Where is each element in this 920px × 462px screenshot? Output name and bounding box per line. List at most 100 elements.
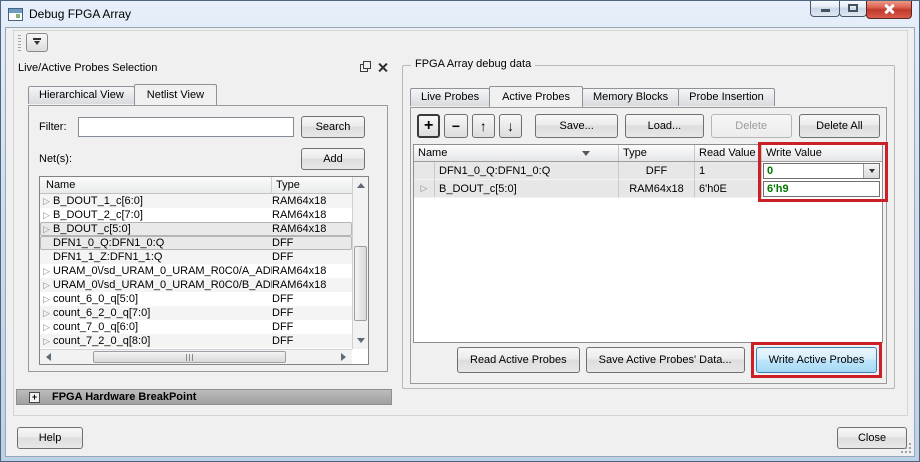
main-toolbar	[18, 33, 48, 52]
dialog-client-area: Live/Active Probes Selection Hierarchica…	[5, 27, 915, 457]
expander-icon[interactable]: ▷	[40, 306, 53, 320]
move-up-button[interactable]: ↑	[472, 114, 495, 138]
help-button[interactable]: Help	[17, 427, 83, 449]
column-header-name[interactable]: Name	[40, 177, 272, 193]
scroll-up-icon[interactable]	[353, 178, 368, 191]
group-title: FPGA Array debug data	[411, 58, 535, 70]
net-type: DFF	[272, 334, 352, 348]
net-name: DFN1_1_Z:DFN1_1:Q	[53, 250, 272, 264]
resize-grip[interactable]	[899, 441, 911, 453]
column-header-type[interactable]: Type	[619, 145, 695, 161]
netlist-view-panel: Filter: Search Net(s): Add Name Type ▷B_…	[28, 105, 388, 372]
search-button[interactable]: Search	[301, 116, 365, 138]
toolbar-collapse-button[interactable]	[26, 33, 48, 52]
net-vertical-scrollbar[interactable]	[352, 177, 368, 349]
expand-plus-icon[interactable]: +	[29, 392, 40, 403]
net-table-body: ▷B_DOUT_1_c[6:0]RAM64x18▷B_DOUT_2_c[7:0]…	[40, 194, 352, 349]
net-row[interactable]: ▷count_6_2_0_q[7:0]DFF	[40, 306, 352, 320]
filter-input[interactable]	[78, 117, 294, 137]
net-name: count_6_2_0_q[7:0]	[53, 306, 272, 320]
expander-icon[interactable]: ▷	[414, 180, 435, 197]
save-button[interactable]: Save...	[535, 114, 618, 138]
net-type: DFF	[272, 320, 352, 334]
net-row[interactable]: ▷URAM_0\/sd_URAM_0_URAM_R0C0/A_ADDR_net[…	[40, 264, 352, 278]
tab-active-probes[interactable]: Active Probes	[489, 86, 583, 107]
column-header-read-value[interactable]: Read Value	[695, 145, 762, 161]
close-window-button[interactable]	[866, 0, 912, 19]
expander-icon[interactable]: ▷	[40, 320, 53, 334]
probe-actions: Read Active Probes Save Active Probes' D…	[411, 342, 886, 378]
close-dialog-button[interactable]: Close	[837, 427, 907, 449]
write-active-probes-button[interactable]: Write Active Probes	[756, 347, 878, 373]
expander-icon[interactable]: ▷	[40, 334, 53, 348]
write-value-field[interactable]: 6'h9	[763, 181, 880, 197]
net-name: B_DOUT_c[5:0]	[53, 222, 272, 236]
active-probes-panel: + − ↑ ↓ Save... Load... Delete Delete Al…	[410, 107, 887, 384]
vertical-scroll-thumb[interactable]	[354, 246, 367, 322]
expander-icon[interactable]: ▷	[40, 208, 53, 222]
net-type: DFF	[272, 292, 352, 306]
net-row[interactable]: DFN1_0_Q:DFN1_0:QDFF	[40, 236, 352, 250]
scroll-down-icon[interactable]	[353, 335, 368, 348]
read-active-probes-button[interactable]: Read Active Probes	[457, 347, 580, 373]
minimize-icon	[821, 9, 830, 12]
probe-type: RAM64x18	[619, 180, 695, 198]
scroll-right-icon[interactable]	[338, 350, 351, 364]
dropdown-arrow-icon[interactable]	[863, 164, 879, 178]
fpga-hardware-breakpoint-section[interactable]: + FPGA Hardware BreakPoint	[16, 389, 392, 405]
tab-hierarchical-view[interactable]: Hierarchical View	[28, 86, 135, 104]
net-name: URAM_0\/sd_URAM_0_URAM_R0C0/A_ADDR_net[9…	[53, 264, 272, 278]
collapse-icon	[33, 38, 41, 40]
expander-icon[interactable]: ▷	[40, 194, 53, 208]
add-button[interactable]: Add	[301, 148, 365, 170]
right-tab-bar: Live Probes Active Probes Memory Blocks …	[410, 86, 774, 106]
debug-fpga-array-window: Debug FPGA Array Live/Active Probes Sele…	[0, 0, 920, 462]
net-row[interactable]: ▷count_6_0_q[5:0]DFF	[40, 292, 352, 306]
expander-icon[interactable]: ▷	[40, 222, 53, 236]
expander-icon[interactable]: ▷	[40, 292, 53, 306]
remove-probe-button[interactable]: −	[444, 114, 467, 138]
breakpoint-section-label: FPGA Hardware BreakPoint	[52, 391, 196, 403]
horizontal-scroll-thumb[interactable]	[93, 351, 286, 363]
delete-button[interactable]: Delete	[711, 114, 792, 138]
move-down-button[interactable]: ↓	[499, 114, 522, 138]
float-panel-icon[interactable]	[360, 64, 368, 72]
net-row[interactable]: ▷URAM_0\/sd_URAM_0_URAM_R0C0/B_ADDR_net[…	[40, 278, 352, 292]
toolbar-drag-handle[interactable]	[18, 35, 21, 51]
probe-row[interactable]: DFN1_0_Q:DFN1_0:Q DFF 1 0	[414, 162, 882, 180]
net-row[interactable]: DFN1_1_Z:DFN1_1:QDFF	[40, 250, 352, 264]
column-header-write-value[interactable]: Write Value	[762, 145, 882, 161]
net-row[interactable]: ▷B_DOUT_1_c[6:0]RAM64x18	[40, 194, 352, 208]
net-name: count_7_2_0_q[8:0]	[53, 334, 272, 348]
probe-name: DFN1_0_Q:DFN1_0:Q	[435, 165, 550, 177]
probe-row[interactable]: ▷B_DOUT_c[5:0] RAM64x18 6'h0E 6'h9	[414, 180, 882, 198]
net-name: B_DOUT_2_c[7:0]	[53, 208, 272, 222]
delete-all-button[interactable]: Delete All	[799, 114, 880, 138]
tab-live-probes[interactable]: Live Probes	[410, 88, 490, 106]
active-probes-table: Name Type Read Value Write Value DFN1_0_…	[413, 144, 883, 343]
minimize-button[interactable]	[810, 0, 840, 17]
expander-spacer	[40, 236, 53, 250]
tab-netlist-view[interactable]: Netlist View	[134, 84, 217, 105]
save-active-probes-data-button[interactable]: Save Active Probes' Data...	[586, 347, 745, 373]
column-header-name[interactable]: Name	[414, 145, 619, 161]
net-horizontal-scrollbar[interactable]	[40, 349, 352, 364]
write-value-dropdown[interactable]: 0	[763, 163, 880, 179]
expander-icon[interactable]: ▷	[40, 264, 53, 278]
scroll-left-icon[interactable]	[41, 350, 54, 364]
net-row[interactable]: ▷B_DOUT_2_c[7:0]RAM64x18	[40, 208, 352, 222]
expander-icon[interactable]: ▷	[40, 278, 53, 292]
column-header-type[interactable]: Type	[272, 177, 352, 193]
tab-memory-blocks[interactable]: Memory Blocks	[582, 88, 679, 106]
add-probe-button[interactable]: +	[417, 114, 440, 138]
tab-probe-insertion[interactable]: Probe Insertion	[678, 88, 775, 106]
net-row[interactable]: ▷count_7_0_q[6:0]DFF	[40, 320, 352, 334]
close-panel-icon[interactable]	[378, 63, 387, 72]
title-bar[interactable]: Debug FPGA Array	[1, 1, 919, 27]
net-type: DFF	[272, 306, 352, 320]
net-row[interactable]: ▷count_7_2_0_q[8:0]DFF	[40, 334, 352, 348]
maximize-button[interactable]	[839, 0, 867, 17]
load-button[interactable]: Load...	[625, 114, 703, 138]
net-row[interactable]: ▷B_DOUT_c[5:0]RAM64x18	[40, 222, 352, 236]
probe-read-value: 1	[695, 162, 762, 180]
